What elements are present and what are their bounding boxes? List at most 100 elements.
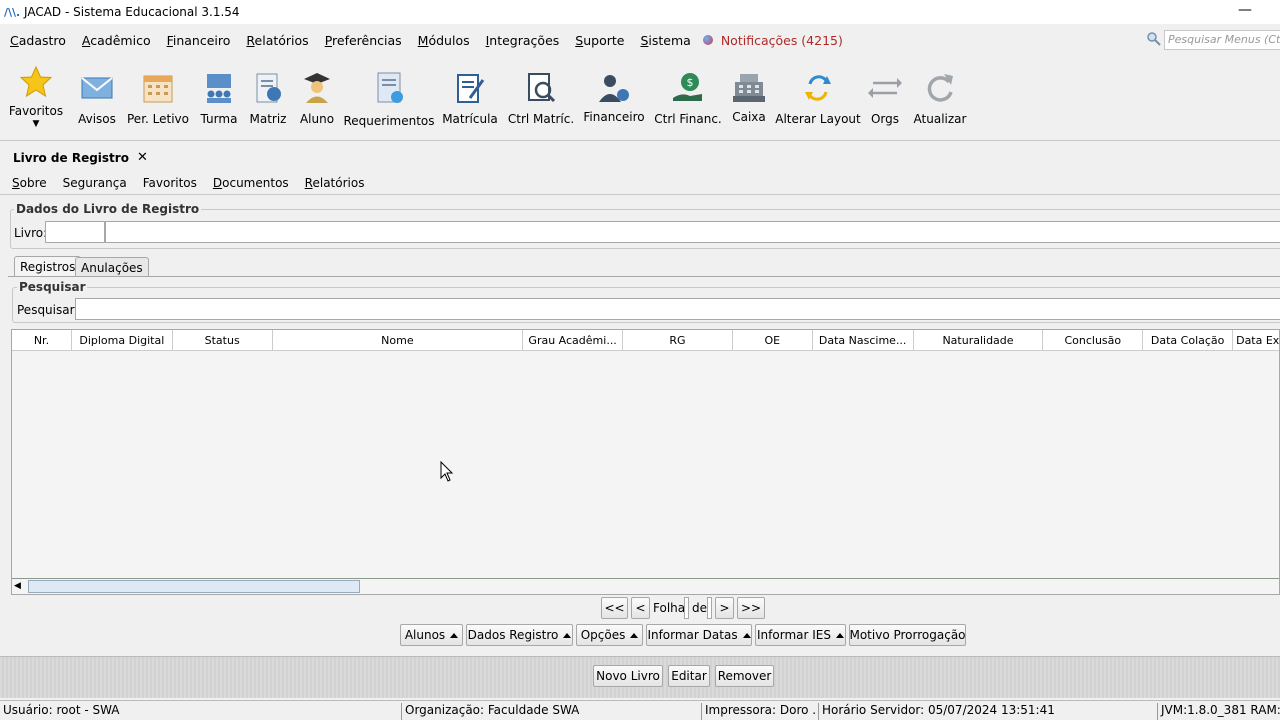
star-icon (19, 65, 53, 98)
status-organization: Organização: Faculdade SWA (401, 703, 699, 720)
column-header-naturalidade[interactable]: Naturalidade (914, 330, 1044, 350)
menu-sistema[interactable]: Sistema (640, 33, 690, 48)
previous-page-button[interactable]: < (631, 597, 650, 619)
submenu-divider (0, 194, 1280, 195)
window-title: JACAD - Sistema Educacional 3.1.54 (24, 5, 240, 19)
submenu-documentos[interactable]: Documentos (213, 176, 289, 190)
registros-table: Nr. Diploma Digital Status Nome Grau Aca… (11, 329, 1280, 595)
toolbar-label: Favoritos (8, 104, 64, 118)
folha-input[interactable] (684, 597, 689, 619)
document-tab[interactable]: Livro de Registro ✕ (13, 150, 148, 165)
menu-relatorios[interactable]: Relatórios (246, 33, 308, 48)
notifications-label: Notificações (4215) (720, 32, 843, 48)
toolbar-label: Orgs (870, 112, 900, 126)
status-server-time: Horário Servidor: 05/07/2024 13:51:41 (818, 703, 1156, 720)
remover-button[interactable]: Remover (715, 665, 774, 687)
request-icon (377, 72, 403, 103)
submenu-sobre[interactable]: Sobre (12, 176, 47, 190)
mouse-cursor-icon (440, 461, 454, 482)
toolbar-favoritos-button[interactable]: Favoritos ▼ (8, 56, 64, 129)
column-header-status[interactable]: Status (173, 330, 273, 350)
motivo-prorrogacao-button[interactable]: Motivo Prorrogação (849, 624, 966, 646)
submenu-seguranca[interactable]: Segurança (63, 176, 127, 190)
tab-anulacoes[interactable]: Anulações (75, 257, 149, 277)
scroll-left-icon[interactable]: ◀ (14, 581, 21, 591)
toolbar: Favoritos ▼ Avisos Per. Letivo Turma Mat… (0, 56, 1280, 140)
column-header-data-expedicao[interactable]: Data Exp (1233, 330, 1279, 350)
livro-label: Livro: (14, 226, 48, 240)
svg-text:$: $ (687, 76, 694, 89)
document-submenu: Sobre Segurança Favoritos Documentos Rel… (12, 176, 380, 190)
menu-integracoes[interactable]: Integrações (486, 33, 560, 48)
toolbar-turma-button[interactable]: Turma (198, 56, 240, 126)
alunos-dropdown-button[interactable]: Alunos (400, 624, 463, 646)
dados-registro-dropdown-button[interactable]: Dados Registro (466, 624, 573, 646)
column-header-nr[interactable]: Nr. (12, 330, 72, 350)
last-page-button[interactable]: >> (737, 597, 765, 619)
column-header-diploma-digital[interactable]: Diploma Digital (72, 330, 173, 350)
menu-modulos[interactable]: Módulos (418, 33, 470, 48)
column-header-data-colacao[interactable]: Data Colação (1143, 330, 1234, 350)
toolbar-financeiro-button[interactable]: Financeiro (583, 56, 645, 124)
calendar-icon (143, 75, 173, 103)
first-page-button[interactable]: << (601, 597, 628, 619)
toolbar-label: Turma (200, 112, 238, 126)
toolbar-ctrl-financ-button[interactable]: $ Ctrl Financ. (654, 56, 722, 126)
informar-datas-dropdown-button[interactable]: Informar Datas (646, 624, 752, 646)
column-header-rg[interactable]: RG (623, 330, 733, 350)
submenu-favoritos[interactable]: Favoritos (143, 176, 197, 190)
menu-cadastro[interactable]: Cadastro (10, 33, 66, 48)
status-printer: Impressora: Doro ... (701, 703, 817, 720)
novo-livro-button[interactable]: Novo Livro (593, 665, 663, 687)
refresh-icon (927, 74, 953, 102)
editar-button[interactable]: Editar (668, 665, 710, 687)
cash-register-icon (733, 74, 765, 102)
livro-code-field[interactable] (45, 221, 105, 243)
enrollment-icon (457, 74, 485, 103)
informar-ies-dropdown-button[interactable]: Informar IES (755, 624, 846, 646)
toolbar-label: Per. Letivo (127, 112, 189, 126)
status-bar: Usuário: root - SWA Organização: Faculda… (0, 700, 1280, 720)
column-header-data-nascimento[interactable]: Data Nascime... (813, 330, 914, 350)
menu-search-input[interactable]: Pesquisar Menus (Ctr (1164, 30, 1280, 50)
submenu-relatorios[interactable]: Relatórios (305, 176, 365, 190)
caret-up-icon (835, 632, 844, 638)
menu-academico[interactable]: Acadêmico (82, 33, 151, 48)
button-label: Informar IES (757, 628, 831, 642)
menu-preferencias[interactable]: Preferências (325, 33, 402, 48)
toolbar-caixa-button[interactable]: Caixa (730, 56, 768, 124)
student-icon (304, 73, 330, 103)
toolbar-matricula-button[interactable]: Matrícula (442, 56, 498, 126)
horizontal-scrollbar[interactable]: ◀ (12, 578, 1279, 594)
matrix-icon (256, 73, 281, 103)
column-header-oe[interactable]: OE (733, 330, 813, 350)
livro-description-field[interactable] (105, 221, 1280, 243)
menu-financeiro[interactable]: Financeiro (167, 33, 231, 48)
column-header-nome[interactable]: Nome (273, 330, 524, 350)
column-header-conclusao[interactable]: Conclusão (1043, 330, 1144, 350)
next-page-button[interactable]: > (715, 597, 734, 619)
money-hand-icon: $ (673, 73, 702, 101)
app-logo-icon: /\\. (4, 5, 21, 19)
minimize-button[interactable]: — (1238, 2, 1252, 18)
toolbar-label: Financeiro (583, 110, 645, 124)
toolbar-per-letivo-button[interactable]: Per. Letivo (127, 56, 189, 126)
toolbar-avisos-button[interactable]: Avisos (76, 56, 118, 126)
toolbar-matriz-button[interactable]: Matriz (248, 56, 288, 126)
toolbar-orgs-button[interactable]: Orgs (866, 56, 904, 126)
notifications-link[interactable]: Notificações (4215) (702, 32, 843, 48)
menu-suporte[interactable]: Suporte (575, 33, 624, 48)
toolbar-atualizar-button[interactable]: Atualizar (912, 56, 968, 126)
status-user: Usuário: root - SWA (3, 703, 120, 717)
column-header-grau-academico[interactable]: Grau Acadêmi... (523, 330, 624, 350)
scrollbar-thumb[interactable] (28, 580, 360, 593)
toolbar-alterar-layout-button[interactable]: Alterar Layout (775, 56, 861, 126)
opcoes-dropdown-button[interactable]: Opções (576, 624, 643, 646)
search-input[interactable] (75, 298, 1280, 320)
toolbar-aluno-button[interactable]: Aluno (296, 56, 338, 126)
toolbar-ctrl-matric-button[interactable]: Ctrl Matríc. (508, 56, 574, 126)
caret-up-icon (630, 632, 639, 638)
close-icon[interactable]: ✕ (137, 150, 148, 165)
toolbar-requerimentos-button[interactable]: Requerimentos (343, 56, 435, 128)
tab-registros[interactable]: Registros (14, 256, 82, 277)
